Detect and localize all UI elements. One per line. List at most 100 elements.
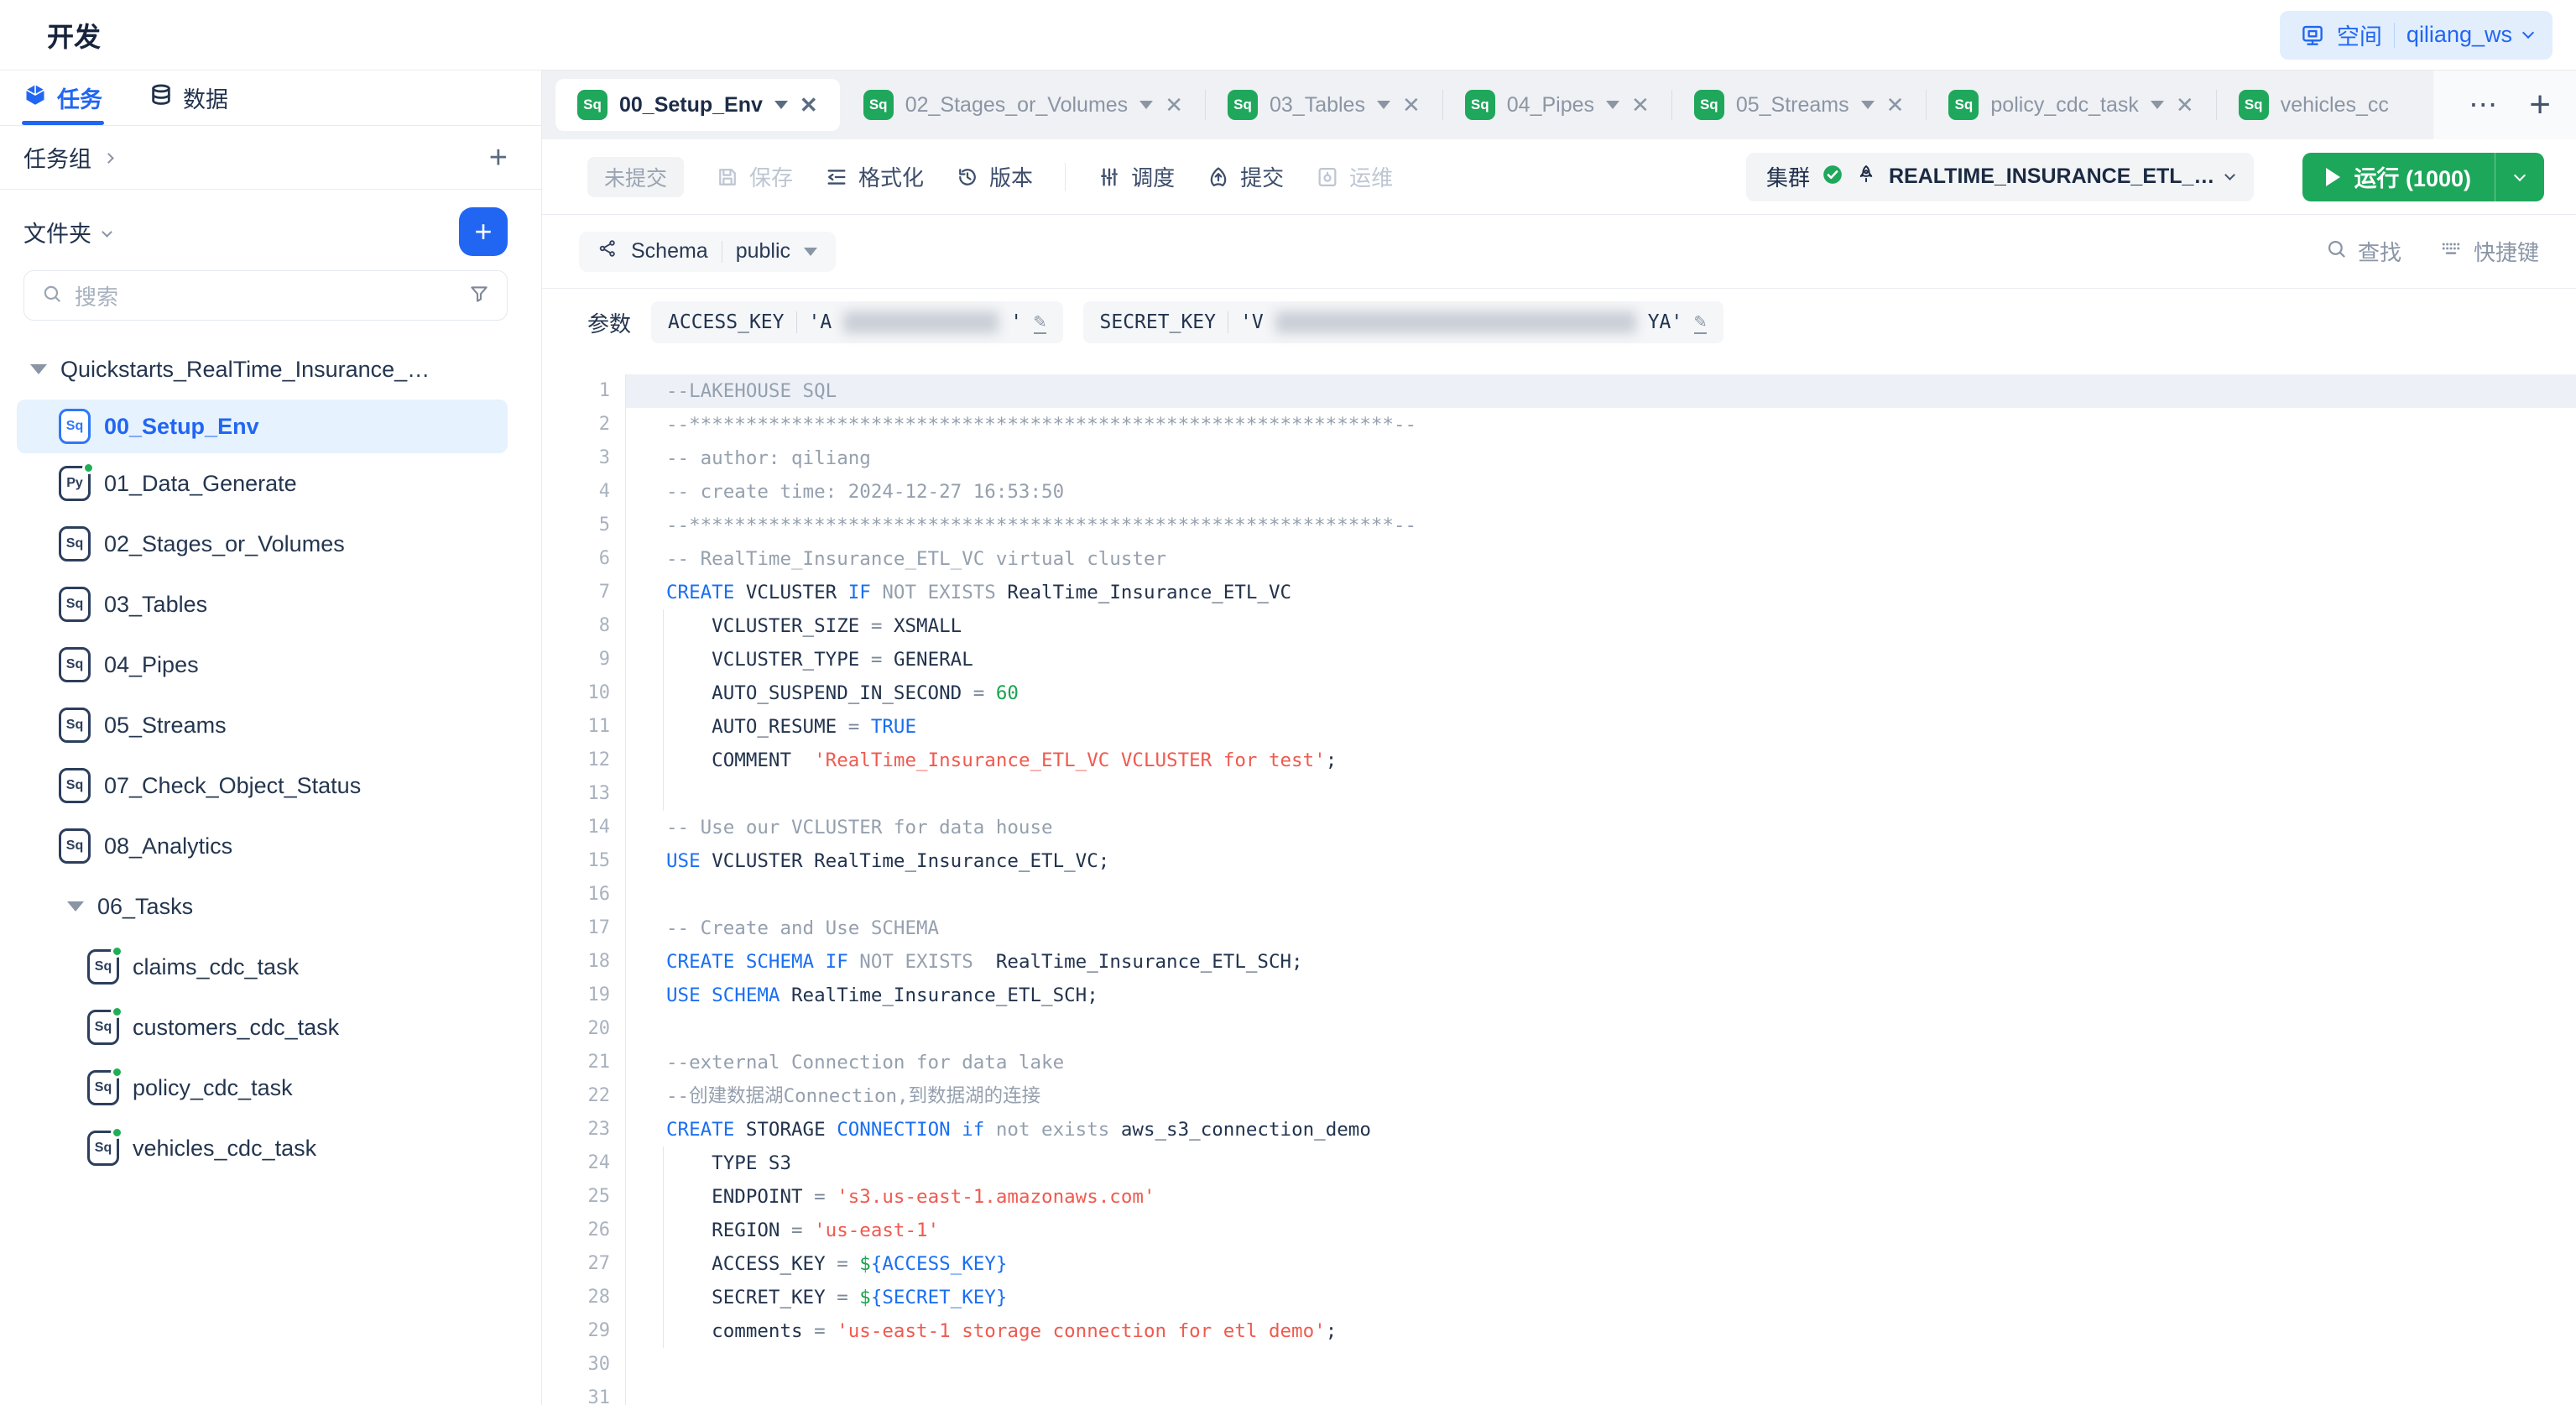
caret-down-icon[interactable] xyxy=(1377,101,1390,109)
tree-file[interactable]: Sq00_Setup_Env xyxy=(17,400,508,453)
code-line[interactable]: 22--创建数据湖Connection,到数据湖的连接 xyxy=(542,1079,2576,1113)
code-line[interactable]: 4-- create time: 2024-12-27 16:53:50 xyxy=(542,475,2576,509)
folder-header: 文件夹 + xyxy=(0,206,541,257)
sql-code-editor[interactable]: 1--LAKEHOUSE SQL2--*********************… xyxy=(542,356,2576,1405)
add-task-group-button[interactable]: + xyxy=(489,142,508,174)
code-line[interactable]: 14-- Use our VCLUSTER for data house xyxy=(542,811,2576,844)
close-icon[interactable]: ✕ xyxy=(1886,92,1905,118)
chevron-down-icon[interactable] xyxy=(102,227,112,238)
code-line[interactable]: 18CREATE SCHEMA IF NOT EXISTS RealTime_I… xyxy=(542,945,2576,979)
code-line[interactable]: 17-- Create and Use SCHEMA xyxy=(542,911,2576,945)
schema-selector[interactable]: Schema public xyxy=(579,232,836,272)
find-button[interactable]: 查找 xyxy=(2325,236,2401,267)
editor-tab-03_Tables[interactable]: Sq03_Tables✕ xyxy=(1206,71,1442,139)
format-button[interactable]: 格式化 xyxy=(825,161,924,192)
tree-folder[interactable]: Quickstarts_RealTime_Insurance_… xyxy=(0,339,541,400)
new-tab-button[interactable]: + xyxy=(2529,86,2551,123)
code-line[interactable]: 15USE VCLUSTER RealTime_Insurance_ETL_VC… xyxy=(542,844,2576,878)
tree-file[interactable]: Sqcustomers_cdc_task xyxy=(0,997,541,1058)
code-line[interactable]: 25 ENDPOINT = 's3.us-east-1.amazonaws.co… xyxy=(542,1180,2576,1214)
code-line[interactable]: 30 xyxy=(542,1348,2576,1381)
tree-file[interactable]: Sqclaims_cdc_task xyxy=(0,937,541,997)
tree-file[interactable]: Sqvehicles_cdc_task xyxy=(0,1118,541,1178)
sql-file-icon: Sq xyxy=(1694,90,1724,120)
tree-file[interactable]: Sq02_Stages_or_Volumes xyxy=(0,514,541,574)
code-line[interactable]: 9 VCLUSTER_TYPE = GENERAL xyxy=(542,643,2576,676)
editor-tab-vehicles_cc[interactable]: Sqvehicles_cc xyxy=(2217,71,2411,139)
sidebar-tab-data[interactable]: 数据 xyxy=(149,71,228,125)
schedule-button[interactable]: 调度 xyxy=(1098,161,1175,192)
tree-file[interactable]: Py01_Data_Generate xyxy=(0,453,541,514)
code-line[interactable]: 7CREATE VCLUSTER IF NOT EXISTS RealTime_… xyxy=(542,576,2576,609)
cluster-selector[interactable]: 集群 REALTIME_INSURANCE_ETL_… xyxy=(1746,153,2254,201)
line-content: USE VCLUSTER RealTime_Insurance_ETL_VC; xyxy=(626,844,2576,878)
version-button[interactable]: 版本 xyxy=(956,161,1033,192)
caret-down-icon[interactable] xyxy=(774,101,788,109)
code-line[interactable]: 20 xyxy=(542,1012,2576,1046)
ops-button[interactable]: 运维 xyxy=(1316,161,1393,192)
code-line[interactable]: 8 VCLUSTER_SIZE = XSMALL xyxy=(542,609,2576,643)
editor-tab-02_Stages_or_Volumes[interactable]: Sq02_Stages_or_Volumes✕ xyxy=(842,71,1205,139)
line-number: 16 xyxy=(542,878,626,911)
code-line[interactable]: 6-- RealTime_Insurance_ETL_VC virtual cl… xyxy=(542,542,2576,576)
editor-tab-04_Pipes[interactable]: Sq04_Pipes✕ xyxy=(1443,71,1671,139)
shortcuts-button[interactable]: 快捷键 xyxy=(2438,236,2539,267)
code-line[interactable]: 29 comments = 'us-east-1 storage connect… xyxy=(542,1314,2576,1348)
editor-tab-05_Streams[interactable]: Sq05_Streams✕ xyxy=(1672,71,1927,139)
code-line[interactable]: 28 SECRET_KEY = ${SECRET_KEY} xyxy=(542,1281,2576,1314)
caret-down-icon[interactable] xyxy=(67,901,84,911)
editor-tab-policy_cdc_task[interactable]: Sqpolicy_cdc_task✕ xyxy=(1927,71,2215,139)
tree-file[interactable]: Sq04_Pipes xyxy=(0,635,541,695)
code-line[interactable]: 1--LAKEHOUSE SQL xyxy=(542,374,2576,408)
caret-down-icon[interactable] xyxy=(2151,101,2164,109)
filter-icon[interactable] xyxy=(468,283,490,309)
code-line[interactable]: 31 xyxy=(542,1381,2576,1405)
tab-overflow-button[interactable]: ⋯ xyxy=(2469,88,2497,122)
tree-item-label: 04_Pipes xyxy=(104,652,199,678)
tree-file[interactable]: Sq03_Tables xyxy=(0,574,541,635)
add-file-button[interactable]: + xyxy=(459,207,508,256)
code-line[interactable]: 21--external Connection for data lake xyxy=(542,1046,2576,1079)
line-content: VCLUSTER_SIZE = XSMALL xyxy=(626,609,2576,643)
close-icon[interactable]: ✕ xyxy=(800,92,818,118)
close-icon[interactable]: ✕ xyxy=(1631,92,1650,118)
code-line[interactable]: 10 AUTO_SUSPEND_IN_SECOND = 60 xyxy=(542,676,2576,710)
tree-folder[interactable]: 06_Tasks xyxy=(0,876,541,937)
task-group-row[interactable]: 任务组 + xyxy=(0,126,541,190)
code-line[interactable]: 23CREATE STORAGE CONNECTION if not exist… xyxy=(542,1113,2576,1146)
submit-button[interactable]: 提交 xyxy=(1207,161,1284,192)
editor-tab-00_Setup_Env[interactable]: Sq00_Setup_Env✕ xyxy=(555,79,840,131)
file-search[interactable]: 搜索 xyxy=(23,270,508,321)
tree-file[interactable]: Sqpolicy_cdc_task xyxy=(0,1058,541,1118)
workspace-switcher[interactable]: 空间 qiliang_ws xyxy=(2280,11,2553,60)
save-button[interactable]: 保存 xyxy=(716,161,793,192)
close-icon[interactable]: ✕ xyxy=(1165,92,1183,118)
code-line[interactable]: 27 ACCESS_KEY = ${ACCESS_KEY} xyxy=(542,1247,2576,1281)
code-line[interactable]: 24 TYPE S3 xyxy=(542,1146,2576,1180)
code-line[interactable]: 11 AUTO_RESUME = TRUE xyxy=(542,710,2576,744)
caret-down-icon[interactable] xyxy=(1139,101,1153,109)
submitted-status-dot xyxy=(111,1005,123,1018)
sidebar: 任务 数据 任务组 + xyxy=(0,71,542,1405)
code-line[interactable]: 19USE SCHEMA RealTime_Insurance_ETL_SCH; xyxy=(542,979,2576,1012)
close-icon[interactable]: ✕ xyxy=(1402,92,1421,118)
run-button[interactable]: 运行 (1000) xyxy=(2302,153,2544,201)
sidebar-tab-tasks[interactable]: 任务 xyxy=(23,71,102,125)
tree-file[interactable]: Sq08_Analytics xyxy=(0,816,541,876)
code-line[interactable]: 12 COMMENT 'RealTime_Insurance_ETL_VC VC… xyxy=(542,744,2576,777)
close-icon[interactable]: ✕ xyxy=(2176,92,2194,118)
caret-down-icon[interactable] xyxy=(1861,101,1875,109)
code-line[interactable]: 2--*************************************… xyxy=(542,408,2576,441)
caret-down-icon[interactable] xyxy=(1606,101,1619,109)
tree-file[interactable]: Sq07_Check_Object_Status xyxy=(0,755,541,816)
edit-icon[interactable]: ✎ xyxy=(1694,311,1706,334)
caret-down-icon[interactable] xyxy=(30,364,47,374)
code-line[interactable]: 5--*************************************… xyxy=(542,509,2576,542)
run-options-button[interactable] xyxy=(2495,153,2544,201)
code-line[interactable]: 16 xyxy=(542,878,2576,911)
code-line[interactable]: 3-- author: qiliang xyxy=(542,441,2576,475)
tree-file[interactable]: Sq05_Streams xyxy=(0,695,541,755)
edit-icon[interactable]: ✎ xyxy=(1034,311,1046,334)
code-line[interactable]: 13 xyxy=(542,777,2576,811)
code-line[interactable]: 26 REGION = 'us-east-1' xyxy=(542,1214,2576,1247)
